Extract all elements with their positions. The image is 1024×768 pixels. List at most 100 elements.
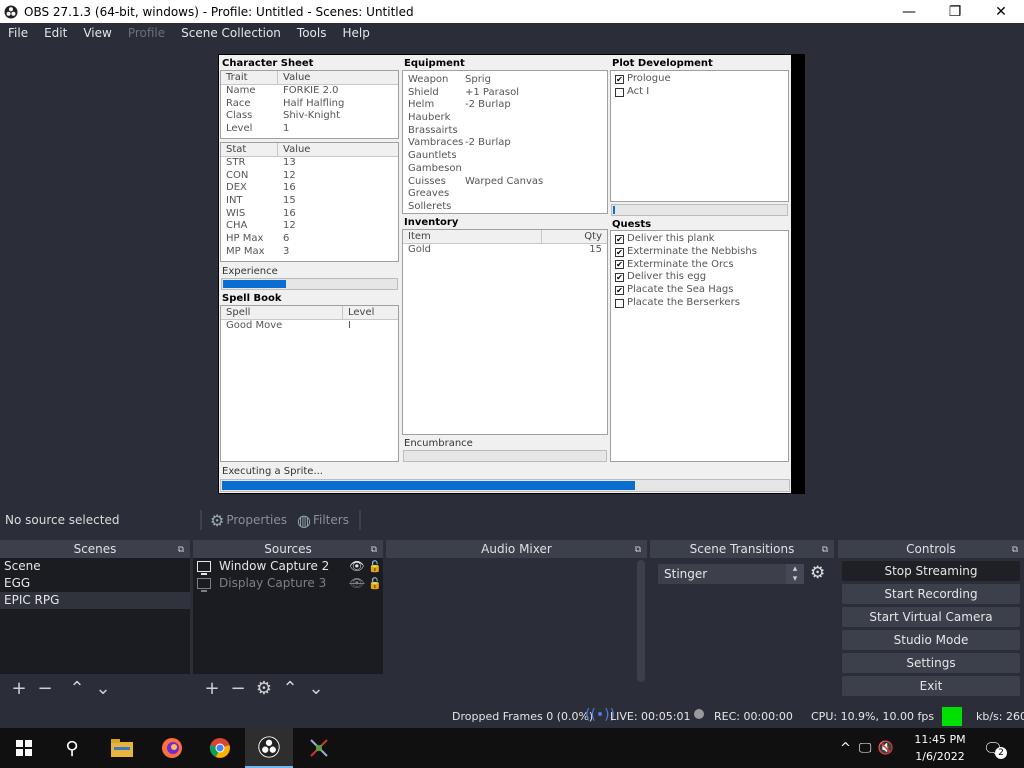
menu-view[interactable]: View [75,23,119,44]
source-item[interactable]: Window Capture 2 👁 🔓 [193,558,383,575]
list-item[interactable]: Hauberk [403,112,607,125]
checkbox[interactable]: ✔ [615,74,624,84]
unlock-icon[interactable]: 🔓 [367,575,383,592]
table-row[interactable]: CON 12 [221,170,398,183]
filters-button[interactable]: ◍ Filters [297,511,349,530]
search-icon[interactable]: ⚲ [48,728,96,768]
close-button[interactable]: ✕ [978,0,1024,23]
list-item[interactable]: Vambraces -2 Burlap [403,137,607,150]
scene-item[interactable]: EGG [0,575,190,592]
quest-item[interactable]: ✔ Placate the Sea Hags [611,284,788,297]
source-properties-gear-icon[interactable]: ⚙ [251,678,277,699]
transition-select[interactable]: Stinger [658,564,804,584]
checkbox[interactable]: ✔ [615,273,624,283]
game-window-capture[interactable]: Character Sheet Trait Value Name FORKIE 2… [218,54,805,494]
rpg-game-icon[interactable] [295,728,343,768]
firefox-icon[interactable] [148,728,196,768]
float-dock-icon[interactable]: ⧉ [822,541,828,559]
transition-gear-icon[interactable]: ⚙ [810,563,825,583]
table-row[interactable]: WIS 16 [221,208,398,221]
game-scrollbar[interactable] [791,54,805,494]
menu-help[interactable]: Help [334,23,377,44]
volume-muted-icon[interactable]: 🔇 [877,741,893,756]
move-up-icon[interactable]: ⌃ [64,678,90,699]
eye-hidden-icon[interactable]: 👁 [347,575,367,592]
list-item[interactable]: Sollerets [403,201,607,214]
move-up-icon[interactable]: ⌃ [277,678,303,699]
list-item[interactable]: Helm -2 Burlap [403,99,607,112]
table-row[interactable]: Good Move I [221,320,398,333]
table-row[interactable]: STR 13 [221,157,398,170]
quest-item[interactable]: ✔ Deliver this plank [611,233,788,246]
list-item[interactable]: Weapon Sprig [403,74,607,87]
checkbox[interactable]: ✔ [615,234,624,244]
studio-mode-button[interactable]: Studio Mode [842,630,1020,650]
plot-list[interactable]: ✔ Prologue Act I [610,70,789,202]
notifications-button[interactable]: 🗨 2 [983,728,1007,768]
add-source-icon[interactable]: + [199,678,225,699]
menu-scene-collection[interactable]: Scene Collection [173,23,289,44]
menu-file[interactable]: File [0,23,36,44]
remove-source-icon[interactable]: − [225,678,251,699]
file-explorer-icon[interactable] [98,728,146,768]
spell-list[interactable]: Spell Level Good Move I [220,305,399,462]
remove-scene-icon[interactable]: − [32,678,58,699]
maximize-button[interactable]: ❐ [932,0,978,23]
chrome-icon[interactable] [196,728,244,768]
equipment-list[interactable]: Weapon Sprig Shield +1 Parasol Helm -2 Burl… [402,70,608,214]
obs-taskbar-icon[interactable] [245,728,293,768]
quest-item[interactable]: ✔ Deliver this egg [611,271,788,284]
quest-item[interactable]: ✔ Exterminate the Orcs [611,259,788,272]
move-down-icon[interactable]: ⌄ [90,678,116,699]
list-item[interactable]: Shield +1 Parasol [403,87,607,100]
source-item[interactable]: Display Capture 3 👁 🔓 [193,575,383,592]
table-row[interactable]: CHA 12 [221,220,398,233]
chevron-up-icon[interactable]: ^ [840,741,851,756]
float-dock-icon[interactable]: ⧉ [178,541,184,559]
scene-list[interactable]: Scene EGG EPIC RPG [0,558,190,674]
network-icon[interactable]: 🖵 [859,741,872,756]
checkbox[interactable]: ✔ [615,286,624,296]
table-row[interactable]: Gold 15 [403,244,607,257]
menu-tools[interactable]: Tools [289,23,335,44]
list-item[interactable]: Gambeson [403,163,607,176]
stat-list[interactable]: Stat Value STR 13 CON 12 DEX 16 INT 15 WIS 16… [220,142,399,262]
transition-spinner[interactable]: ▴ ▾ [786,564,804,584]
trait-list[interactable]: Trait Value Name FORKIE 2.0 Race Half Half… [220,70,399,139]
exit-button[interactable]: Exit [842,676,1020,696]
inventory-list[interactable]: Item Qty Gold 15 [402,229,608,435]
stop-streaming-button[interactable]: Stop Streaming [842,561,1020,581]
start-recording-button[interactable]: Start Recording [842,584,1020,604]
scene-item[interactable]: Scene [0,558,190,575]
list-item[interactable]: Gauntlets [403,150,607,163]
float-dock-icon[interactable]: ⧉ [371,541,377,559]
quest-item[interactable]: Placate the Berserkers [611,297,788,310]
eye-icon[interactable]: 👁 [347,558,367,575]
scene-item-selected[interactable]: EPIC RPG [0,592,190,609]
checkbox[interactable]: ✔ [615,247,624,257]
unlock-icon[interactable]: 🔓 [367,558,383,575]
checkbox[interactable] [615,87,624,97]
start-virtual-camera-button[interactable]: Start Virtual Camera [842,607,1020,627]
quest-item[interactable]: ✔ Exterminate the Nebbishs [611,246,788,259]
start-button[interactable] [0,728,48,768]
quest-list[interactable]: ✔ Deliver this plank ✔ Exterminate the Neb… [610,230,789,462]
settings-button[interactable]: Settings [842,653,1020,673]
table-row[interactable]: Name FORKIE 2.0 [221,85,398,98]
audio-scrollbar[interactable] [637,560,645,682]
add-scene-icon[interactable]: + [6,678,32,699]
plot-item-act-1[interactable]: Act I [611,86,788,99]
table-row[interactable]: Level 1 [221,123,398,136]
menu-edit[interactable]: Edit [36,23,75,44]
minimize-button[interactable]: — [886,0,932,23]
table-row[interactable]: INT 15 [221,195,398,208]
move-down-icon[interactable]: ⌄ [303,678,329,699]
list-item[interactable]: Brassairts [403,125,607,138]
float-dock-icon[interactable]: ⧉ [635,541,641,559]
list-item[interactable]: Greaves [403,188,607,201]
checkbox[interactable] [615,298,624,308]
source-list[interactable]: Window Capture 2 👁 🔓 Display Capture 3 👁… [193,558,383,674]
plot-item-prologue[interactable]: ✔ Prologue [611,73,788,86]
checkbox[interactable]: ✔ [615,260,624,270]
menu-profile[interactable]: Profile [120,23,173,44]
